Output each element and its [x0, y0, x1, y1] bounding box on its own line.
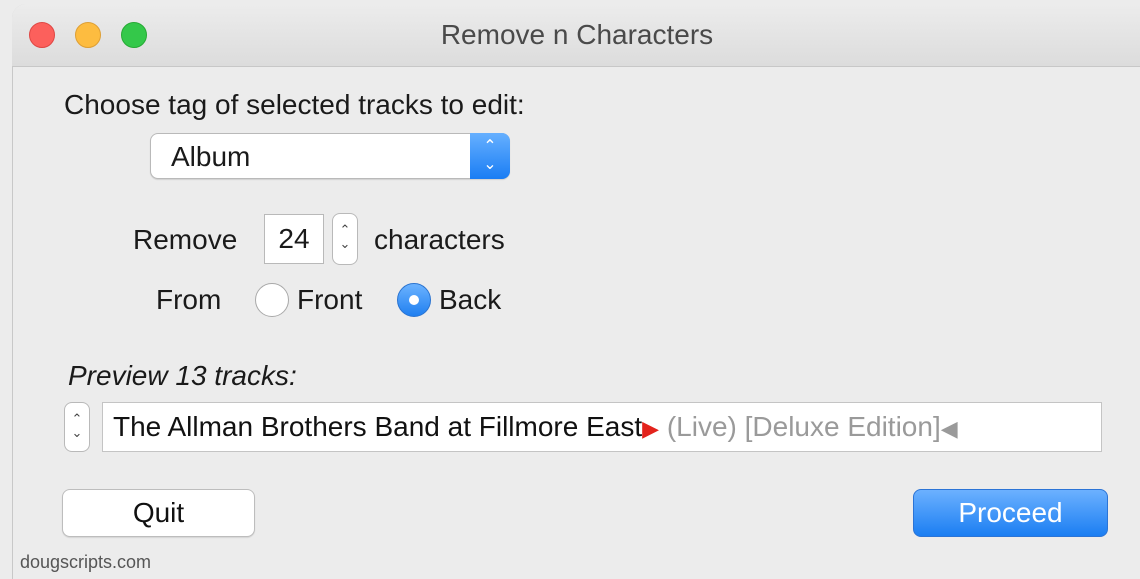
window-title: Remove n Characters [440, 19, 714, 50]
footer-credit: dougscripts.com [20, 552, 152, 572]
back-radio[interactable] [397, 283, 431, 317]
end-marker-icon: ◀ [940, 416, 958, 441]
preview-removed-text: (Live) [Deluxe Edition] [659, 411, 941, 442]
preview-track-stepper[interactable]: ⌃ ⌄ [64, 402, 90, 452]
character-count-field[interactable]: 24 [264, 214, 324, 264]
preview-kept-text: The Allman Brothers Band at Fillmore Eas… [113, 411, 643, 442]
front-radio[interactable] [255, 283, 289, 317]
preview-field: The Allman Brothers Band at Fillmore Eas… [102, 402, 1102, 452]
tag-prompt: Choose tag of selected tracks to edit: [64, 89, 525, 120]
from-label: From [156, 284, 222, 315]
remove-label: Remove [133, 224, 238, 255]
tag-popup-value: Album [171, 141, 251, 172]
preview-heading: Preview 13 tracks: [68, 360, 297, 391]
up-down-chevron-icon: ⌃ ⌄ [470, 133, 510, 179]
proceed-button[interactable]: Proceed [913, 489, 1108, 537]
tag-popup[interactable]: Album ⌃ ⌄ [150, 133, 510, 179]
start-marker-icon: ▶ [642, 416, 660, 441]
radio-selected-dot [409, 295, 419, 305]
back-radio-label[interactable]: Back [439, 284, 501, 316]
quit-button[interactable]: Quit [62, 489, 255, 537]
character-count-stepper[interactable]: ⌃ ⌄ [332, 213, 358, 265]
characters-label: characters [374, 224, 505, 255]
front-radio-label[interactable]: Front [297, 284, 362, 316]
